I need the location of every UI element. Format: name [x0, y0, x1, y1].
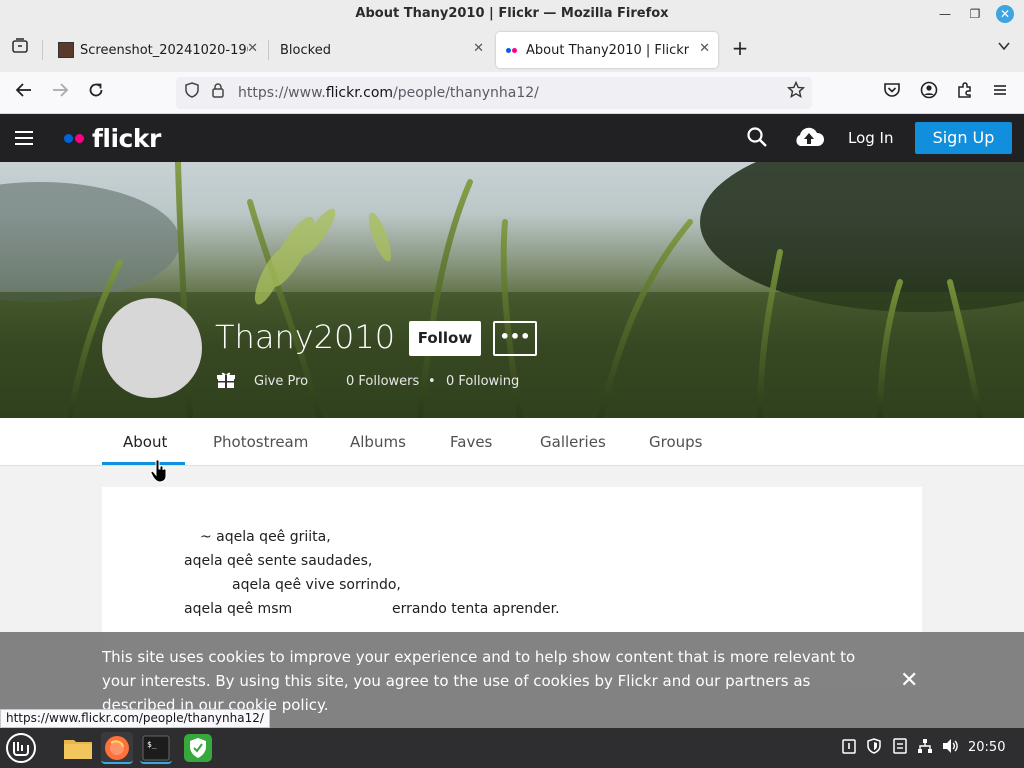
- security-shield-app-icon[interactable]: [182, 732, 214, 764]
- tab-about[interactable]: About: [123, 433, 167, 451]
- network-icon[interactable]: [917, 738, 933, 758]
- active-tab-underline: [102, 462, 185, 465]
- give-pro-link[interactable]: Give Pro: [254, 374, 308, 389]
- close-cookie-icon[interactable]: ✕: [900, 668, 918, 693]
- follow-button[interactable]: Follow: [409, 321, 481, 356]
- tracking-protection-shield-icon[interactable]: [180, 81, 204, 105]
- taskbar: $_ 20:50: [0, 728, 1024, 768]
- tab-faves[interactable]: Faves: [450, 433, 492, 451]
- navigation-bar: https://www.flickr.com/people/thanynha12…: [0, 72, 1024, 114]
- tab-label: Screenshot_20241020-1900: [80, 42, 248, 58]
- clock[interactable]: 20:50: [968, 740, 1005, 755]
- gift-icon[interactable]: [217, 371, 235, 389]
- tab-albums[interactable]: Albums: [350, 433, 406, 451]
- bookmark-star-icon[interactable]: [784, 80, 808, 105]
- window-titlebar: About Thany2010 | Flickr — Mozilla Firef…: [0, 0, 1024, 28]
- flickr-logo[interactable]: flickr: [64, 122, 161, 154]
- following-link[interactable]: 0 Following: [446, 374, 519, 389]
- tab-blocked[interactable]: Blocked ✕: [270, 32, 492, 68]
- profile-username: Thany2010: [215, 318, 396, 356]
- account-icon[interactable]: [917, 81, 941, 105]
- reload-icon[interactable]: [84, 81, 108, 105]
- lock-icon[interactable]: [206, 81, 230, 105]
- flickr-favicon-icon: [506, 42, 520, 58]
- close-tab-icon[interactable]: ✕: [473, 41, 484, 56]
- new-tab-icon[interactable]: +: [728, 36, 752, 60]
- search-icon[interactable]: [745, 126, 769, 150]
- maximize-icon[interactable]: ❐: [966, 5, 984, 23]
- url-text[interactable]: https://www.flickr.com/people/thanynha12…: [238, 85, 539, 101]
- followers-link[interactable]: 0 Followers: [346, 374, 419, 389]
- signup-button[interactable]: Sign Up: [915, 122, 1012, 154]
- tab-groups[interactable]: Groups: [649, 433, 702, 451]
- bio-line: aqela qeê msm: [184, 601, 293, 617]
- tab-flickr-about[interactable]: About Thany2010 | Flickr ✕: [496, 32, 718, 68]
- tab-bar: Screenshot_20241020-1900 ✕ Blocked ✕ Abo…: [0, 28, 1024, 72]
- tab-screenshot[interactable]: Screenshot_20241020-1900 ✕: [48, 32, 266, 68]
- tab-galleries[interactable]: Galleries: [540, 433, 606, 451]
- hamburger-menu-icon[interactable]: [15, 131, 33, 145]
- tab-photostream[interactable]: Photostream: [213, 433, 308, 451]
- tab-overview-icon[interactable]: [8, 37, 32, 61]
- minimize-icon[interactable]: —: [936, 5, 954, 23]
- close-tab-icon[interactable]: ✕: [699, 41, 710, 56]
- logo-text: flickr: [92, 123, 161, 153]
- status-url-tooltip: https://www.flickr.com/people/thanynha12…: [0, 709, 270, 728]
- login-link[interactable]: Log In: [848, 129, 894, 147]
- svg-text:$_: $_: [147, 740, 157, 749]
- menu-icon[interactable]: [988, 81, 1012, 105]
- update-manager-icon[interactable]: [892, 738, 908, 758]
- close-tab-icon[interactable]: ✕: [247, 41, 258, 56]
- back-icon[interactable]: [12, 81, 36, 105]
- firefox-taskbar-icon[interactable]: [101, 732, 133, 764]
- terminal-icon[interactable]: $_: [140, 732, 172, 764]
- bio-line: ~ aqela qeê griita,: [200, 529, 331, 545]
- image-thumbnail-icon: [58, 42, 74, 58]
- list-all-tabs-icon[interactable]: [992, 36, 1016, 60]
- tab-label: Blocked: [280, 42, 331, 58]
- clipboard-icon[interactable]: [841, 738, 857, 758]
- pocket-icon[interactable]: [880, 81, 904, 105]
- tab-label: About Thany2010 | Flickr: [526, 42, 690, 58]
- bio-line: aqela qeê sente saudades,: [184, 553, 373, 569]
- hand-cursor-icon: [150, 459, 170, 487]
- more-options-button[interactable]: •••: [493, 321, 537, 356]
- volume-icon[interactable]: [942, 738, 960, 758]
- pink-dot-icon: [75, 133, 84, 143]
- start-menu-icon[interactable]: [5, 732, 37, 764]
- bio-line: aqela qeê vive sorrindo,: [232, 577, 401, 593]
- blue-dot-icon: [64, 133, 73, 143]
- close-window-icon[interactable]: ✕: [996, 5, 1014, 23]
- upload-cloud-icon[interactable]: [792, 124, 826, 148]
- forward-icon[interactable]: [48, 81, 72, 105]
- extensions-icon[interactable]: [953, 81, 977, 105]
- shield-tray-icon[interactable]: [866, 738, 882, 758]
- bio-line: errando tenta aprender.: [392, 601, 560, 617]
- window-title: About Thany2010 | Flickr — Mozilla Firef…: [355, 6, 669, 21]
- file-manager-icon[interactable]: [62, 732, 94, 764]
- flickr-header: flickr Log In: [0, 114, 1024, 162]
- meta-separator: •: [428, 374, 436, 389]
- avatar[interactable]: [102, 298, 202, 398]
- address-bar[interactable]: https://www.flickr.com/people/thanynha12…: [176, 77, 812, 109]
